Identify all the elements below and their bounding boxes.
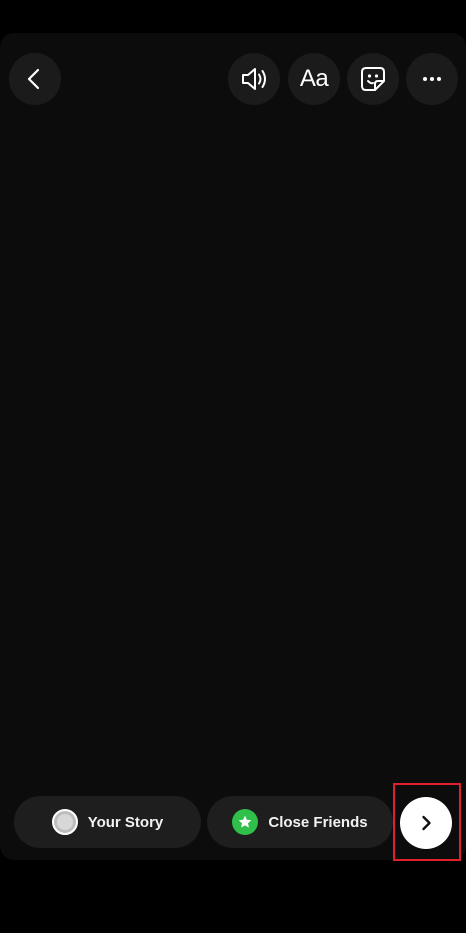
your-story-label: Your Story [87,813,164,831]
share-bar: Your Story Close Friends [0,796,466,850]
more-options-button[interactable] [406,53,458,105]
text-tool-label: Aa [299,65,329,92]
back-button[interactable] [9,53,61,105]
speaker-icon [242,68,266,90]
next-button[interactable] [400,797,452,849]
avatar [51,809,78,835]
close-friends-button[interactable]: Close Friends [207,796,393,848]
close-friends-label: Close Friends [268,813,368,831]
close-friends-star-icon [232,809,259,835]
chevron-right-icon [422,815,431,831]
text-tool-button[interactable]: Aa [288,53,340,105]
sticker-icon [361,67,385,91]
sound-toggle-button[interactable] [228,53,280,105]
story-editor-canvas: Aa Your Story Close Friends [0,33,466,860]
chevron-left-icon [27,68,40,90]
sticker-button[interactable] [347,53,399,105]
more-horizontal-icon [423,77,441,81]
your-story-button[interactable]: Your Story [14,796,201,848]
